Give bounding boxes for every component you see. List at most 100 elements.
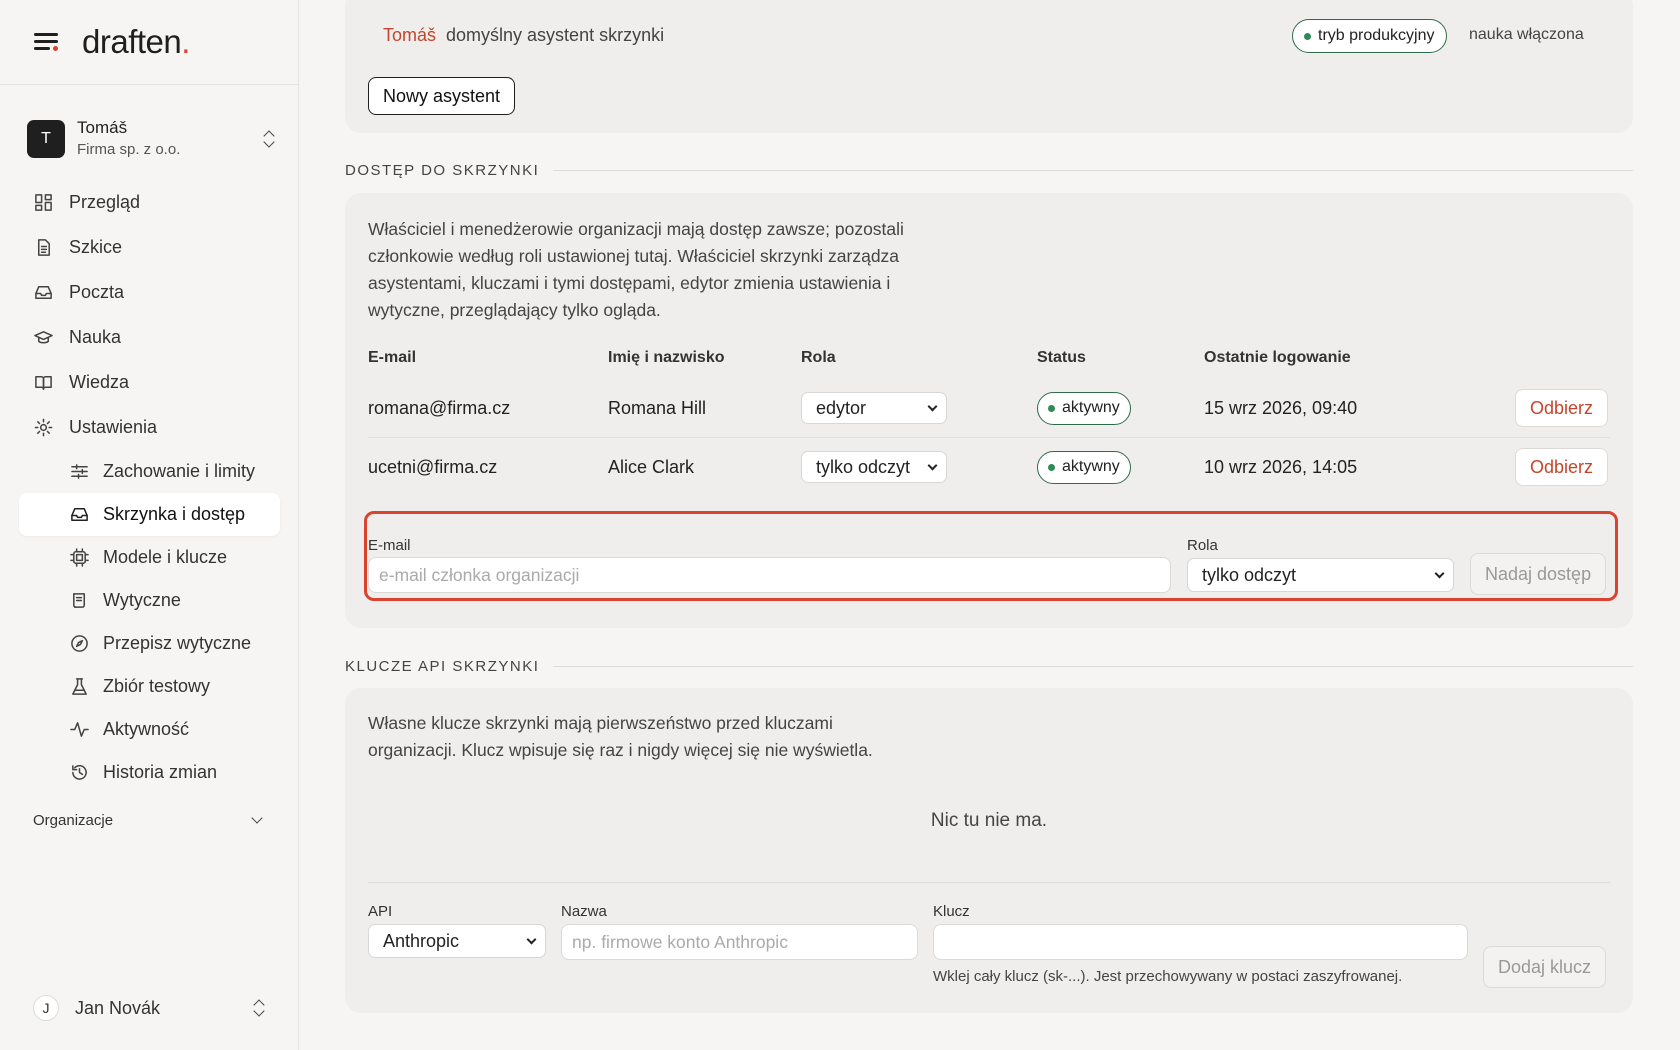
workspace-avatar: T xyxy=(27,120,65,158)
sidebar: draften. T Tomáš Firma sp. z o.o. Przegl… xyxy=(0,0,299,1050)
chevron-down-icon xyxy=(526,934,537,944)
keys-description: Własne klucze skrzynki mają pierwszeństw… xyxy=(368,713,873,760)
key-name-label: Nazwa xyxy=(561,903,607,920)
access-description: Właściciel i menedżerowie organizacji ma… xyxy=(368,219,904,320)
sidebar-item-guidelines[interactable]: Wytyczne xyxy=(19,579,280,622)
row-last-login: 15 wrz 2026, 09:40 xyxy=(1204,397,1358,418)
sidebar-item-behavior[interactable]: Zachowanie i limity xyxy=(19,450,280,493)
sidebar-item-history[interactable]: Historia zmian xyxy=(19,751,280,794)
nav-label: Ustawienia xyxy=(69,417,158,437)
role-select[interactable]: edytor xyxy=(801,392,947,424)
api-keys-card: Własne klucze skrzynki mają pierwszeństw… xyxy=(345,688,1633,1013)
key-hint: Wklej cały klucz (sk-...). Jest przechow… xyxy=(933,968,1403,985)
assistant-card: Tomáš domyślny asystent skrzynki tryb pr… xyxy=(345,0,1633,133)
chevron-updown-icon xyxy=(253,998,265,1018)
flask-icon xyxy=(70,677,89,696)
column-status: Status xyxy=(1037,349,1086,366)
scroll-icon xyxy=(70,591,89,610)
revoke-button[interactable]: Odbierz xyxy=(1515,389,1609,427)
empty-state: Nic tu nie ma. xyxy=(930,810,1048,831)
menu-icon[interactable] xyxy=(32,31,60,53)
nav-item-overview[interactable]: Przegląd xyxy=(0,180,299,225)
dashboard-icon xyxy=(34,193,53,212)
nav-label: Wiedza xyxy=(69,372,130,392)
grant-role-select[interactable]: tylko odczyt xyxy=(1187,558,1454,592)
api-provider-select[interactable]: Anthropic xyxy=(368,924,546,958)
nav-label: Skrzynka i dostęp xyxy=(103,504,246,524)
column-name: Imię i nazwisko xyxy=(608,349,725,366)
row-last-login: 10 wrz 2026, 14:05 xyxy=(1204,456,1358,477)
compass-icon xyxy=(70,634,89,653)
revoke-button[interactable]: Odbierz xyxy=(1515,448,1609,486)
nav-label: Zachowanie i limity xyxy=(103,461,256,481)
book-icon xyxy=(34,373,53,392)
grant-email-input[interactable]: e-mail członka organizacji xyxy=(368,557,1171,593)
status-badge: aktywny xyxy=(1037,450,1131,484)
nav-item-knowledge[interactable]: Wiedza xyxy=(0,360,299,405)
workspace-name: Tomáš xyxy=(77,118,128,137)
chip-icon xyxy=(70,548,89,567)
activity-icon xyxy=(70,720,89,739)
grant-access-button[interactable]: Nadaj dostęp xyxy=(1470,553,1607,595)
access-card: Właściciel i menedżerowie organizacji ma… xyxy=(345,193,1633,628)
sidebar-item-models[interactable]: Modele i klucze xyxy=(19,536,280,579)
role-select[interactable]: tylko odczyt xyxy=(801,451,947,483)
access-section-title: DOSTĘP DO SKRZYNKI xyxy=(345,162,1633,179)
nav-item-drafts[interactable]: Szkice xyxy=(0,225,299,270)
user-menu[interactable]: J Jan Novák xyxy=(33,993,265,1023)
nav-label: Aktywność xyxy=(103,719,190,739)
add-key-button[interactable]: Dodaj klucz xyxy=(1483,946,1607,988)
history-icon xyxy=(70,763,89,782)
learning-status: nauka włączona xyxy=(1469,26,1584,43)
status-dot-icon xyxy=(1304,32,1311,40)
access-table-header: E-mail Imię i nazwisko Rola Status Ostat… xyxy=(368,349,1610,371)
nav-label: Przegląd xyxy=(69,192,141,212)
nav-label: Przepisz wytyczne xyxy=(103,633,252,653)
main-content: Tomáš domyślny asystent skrzynki tryb pr… xyxy=(300,0,1680,1050)
brand-header: draften. xyxy=(0,0,298,85)
nav-label: Nauka xyxy=(69,327,122,347)
sidebar-item-testset[interactable]: Zbiór testowy xyxy=(19,665,280,708)
nav-label: Zbiór testowy xyxy=(103,676,211,696)
sidebar-item-mailbox[interactable]: Skrzynka i dostęp xyxy=(19,493,280,536)
organizations-toggle[interactable]: Organizacje xyxy=(33,808,265,832)
grant-email-label: E-mail xyxy=(368,537,411,554)
key-name-input[interactable]: np. firmowe konto Anthropic xyxy=(561,924,918,960)
mode-label: tryb produkcyjny xyxy=(1318,27,1435,44)
nav-item-settings[interactable]: Ustawienia xyxy=(0,405,299,450)
keys-section-title: KLUCZE API SKRZYNKI xyxy=(345,658,1633,675)
status-dot-icon xyxy=(1048,404,1055,412)
nav-item-learning[interactable]: Nauka xyxy=(0,315,299,360)
column-email: E-mail xyxy=(368,349,417,366)
sidebar-item-rewrite[interactable]: Przepisz wytyczne xyxy=(19,622,280,665)
chevron-down-icon xyxy=(251,812,263,824)
nav-label: Szkice xyxy=(69,237,123,257)
workspace-switcher[interactable]: T Tomáš Firma sp. z o.o. xyxy=(27,116,275,162)
new-assistant-button[interactable]: Nowy asystent xyxy=(368,77,516,115)
row-name: Alice Clark xyxy=(608,456,695,477)
logo[interactable]: draften. xyxy=(82,23,190,61)
assistant-description: domyślny asystent skrzynki xyxy=(446,25,665,45)
status-badge: tryb produkcyjny xyxy=(1292,19,1447,53)
organizations-label: Organizacje xyxy=(33,811,114,829)
chevron-updown-icon xyxy=(263,129,275,149)
gear-icon xyxy=(34,418,53,437)
sidebar-item-activity[interactable]: Aktywność xyxy=(19,708,280,751)
api-key-input[interactable] xyxy=(933,924,1468,960)
api-label: API xyxy=(368,903,393,920)
workspace-org: Firma sp. z o.o. xyxy=(77,141,181,158)
keys-divider xyxy=(368,882,1610,883)
column-role: Rola xyxy=(801,349,836,366)
key-label: Klucz xyxy=(933,903,970,920)
chevron-down-icon xyxy=(927,460,938,470)
row-email: romana@firma.cz xyxy=(368,397,511,418)
chevron-down-icon xyxy=(927,401,938,411)
status-dot-icon xyxy=(1048,463,1055,471)
nav-label: Modele i klucze xyxy=(103,547,228,567)
nav-item-mail[interactable]: Poczta xyxy=(0,270,299,315)
assistant-name: Tomáš xyxy=(383,25,437,45)
nav-label: Historia zmian xyxy=(103,762,218,782)
avatar: J xyxy=(33,995,59,1021)
row-name: Romana Hill xyxy=(608,397,707,418)
graduation-cap-icon xyxy=(34,328,53,347)
